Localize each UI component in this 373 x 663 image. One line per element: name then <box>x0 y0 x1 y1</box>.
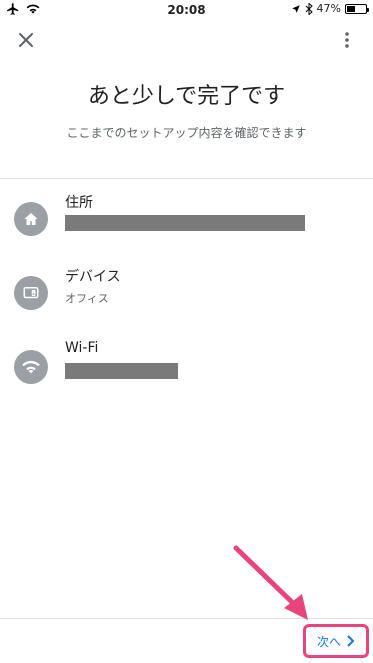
more-vert-icon <box>345 32 349 48</box>
footer-divider <box>0 618 373 619</box>
next-button[interactable]: 次へ <box>303 624 369 658</box>
page-subtitle: ここまでのセットアップ内容を確認できます <box>66 126 307 140</box>
more-options-button[interactable] <box>337 28 357 52</box>
summary-item-address: 住所 <box>14 192 359 244</box>
location-arrow-icon <box>291 4 300 13</box>
speaker-device-icon <box>14 276 48 310</box>
close-icon <box>19 33 33 47</box>
page-title: あと少しで完了です <box>87 84 286 109</box>
top-bar <box>0 24 373 56</box>
summary-item-label: 住所 <box>65 195 93 211</box>
summary-item-label: Wi-Fi <box>65 340 99 356</box>
summary-item-label: デバイス <box>65 269 121 285</box>
next-button-label: 次へ <box>316 634 341 649</box>
summary-item-wifi: Wi-Fi <box>14 340 359 392</box>
summary-item-device: デバイス オフィス <box>14 266 359 318</box>
battery-icon <box>345 3 369 14</box>
divider <box>0 178 373 179</box>
status-right: 47% <box>291 2 369 15</box>
battery-percent: 47% <box>316 2 341 15</box>
battery-fill <box>347 5 356 12</box>
close-button[interactable] <box>14 28 38 52</box>
status-bar: 20:08 47% <box>0 0 373 20</box>
wifi-icon <box>14 350 48 384</box>
redacted-wifi-name <box>65 363 178 379</box>
chevron-right-icon <box>347 635 355 647</box>
redacted-address <box>65 215 305 231</box>
home-icon <box>14 202 48 236</box>
bluetooth-icon <box>305 2 313 15</box>
summary-item-value: オフィス <box>65 292 109 305</box>
